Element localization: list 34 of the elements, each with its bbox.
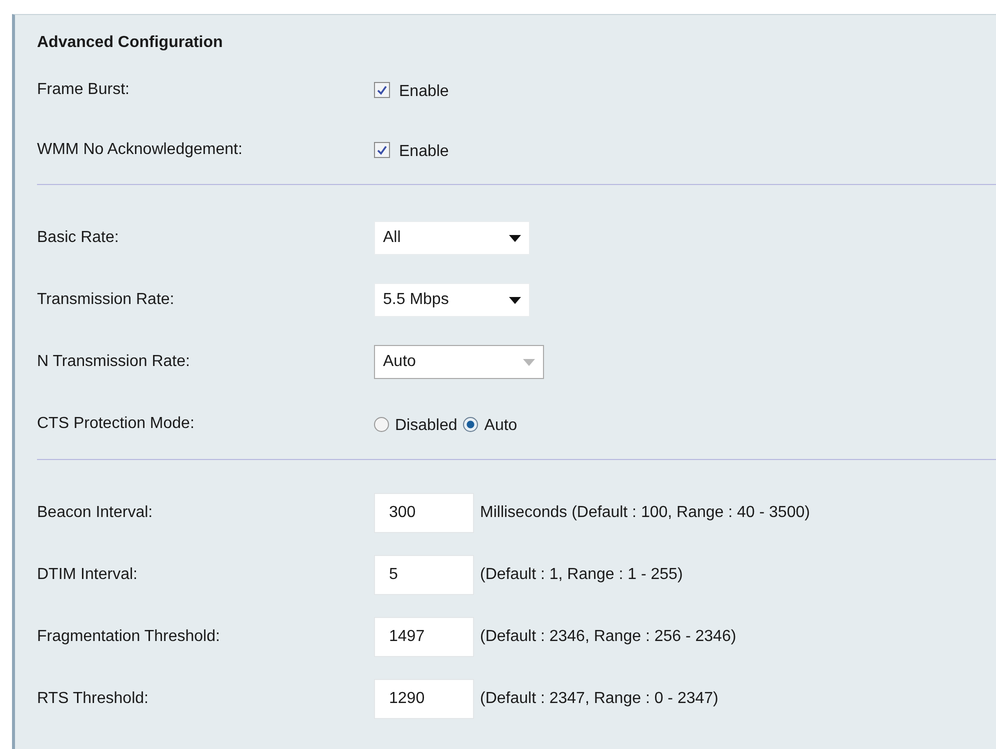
field-label: N Transmission Rate: [37,353,191,371]
input-field[interactable]: 300 [374,493,474,533]
radio-button[interactable] [463,416,478,432]
field-label: Beacon Interval: [37,504,154,522]
field-label: Frame Burst: [37,81,130,99]
field-label: Basic Rate: [37,229,120,247]
checkbox[interactable] [374,142,390,158]
radio-label: Disabled [395,416,458,434]
dropdown[interactable]: 5.5 Mbps [374,283,530,317]
field-label: CTS Protection Mode: [37,415,196,433]
range-hint: Milliseconds (Default : 100, Range : 40 - 3500) [480,504,810,522]
caret-icon [523,358,535,366]
checkbox-label: Enable [399,142,449,160]
range-hint: (Default : 2346, Range : 256 - 2346) [480,628,736,646]
radio-button[interactable] [374,416,389,432]
field-label: RTS Threshold: [37,690,150,708]
input-field[interactable]: 1497 [374,617,474,657]
input-field[interactable]: 1290 [374,679,474,719]
check-icon [376,84,388,96]
input-field[interactable]: 5 [374,555,474,595]
check-icon [376,144,388,156]
field-label: DTIM Interval: [37,566,138,584]
dropdown[interactable]: All [374,221,530,255]
caret-icon [509,234,521,242]
field-label: Transmission Rate: [37,291,176,309]
checkbox-label: Enable [399,82,449,100]
field-label: WMM No Acknowledgement: [37,141,244,159]
radio-label: Auto [484,416,518,434]
caret-icon [509,296,521,304]
field-label: Fragmentation Threshold: [37,628,221,646]
range-hint: (Default : 2347, Range : 0 - 2347) [480,690,718,708]
range-hint: (Default : 1, Range : 1 - 255) [480,566,683,584]
checkbox[interactable] [374,82,390,98]
panel-title: Advanced Configuration [37,33,224,53]
